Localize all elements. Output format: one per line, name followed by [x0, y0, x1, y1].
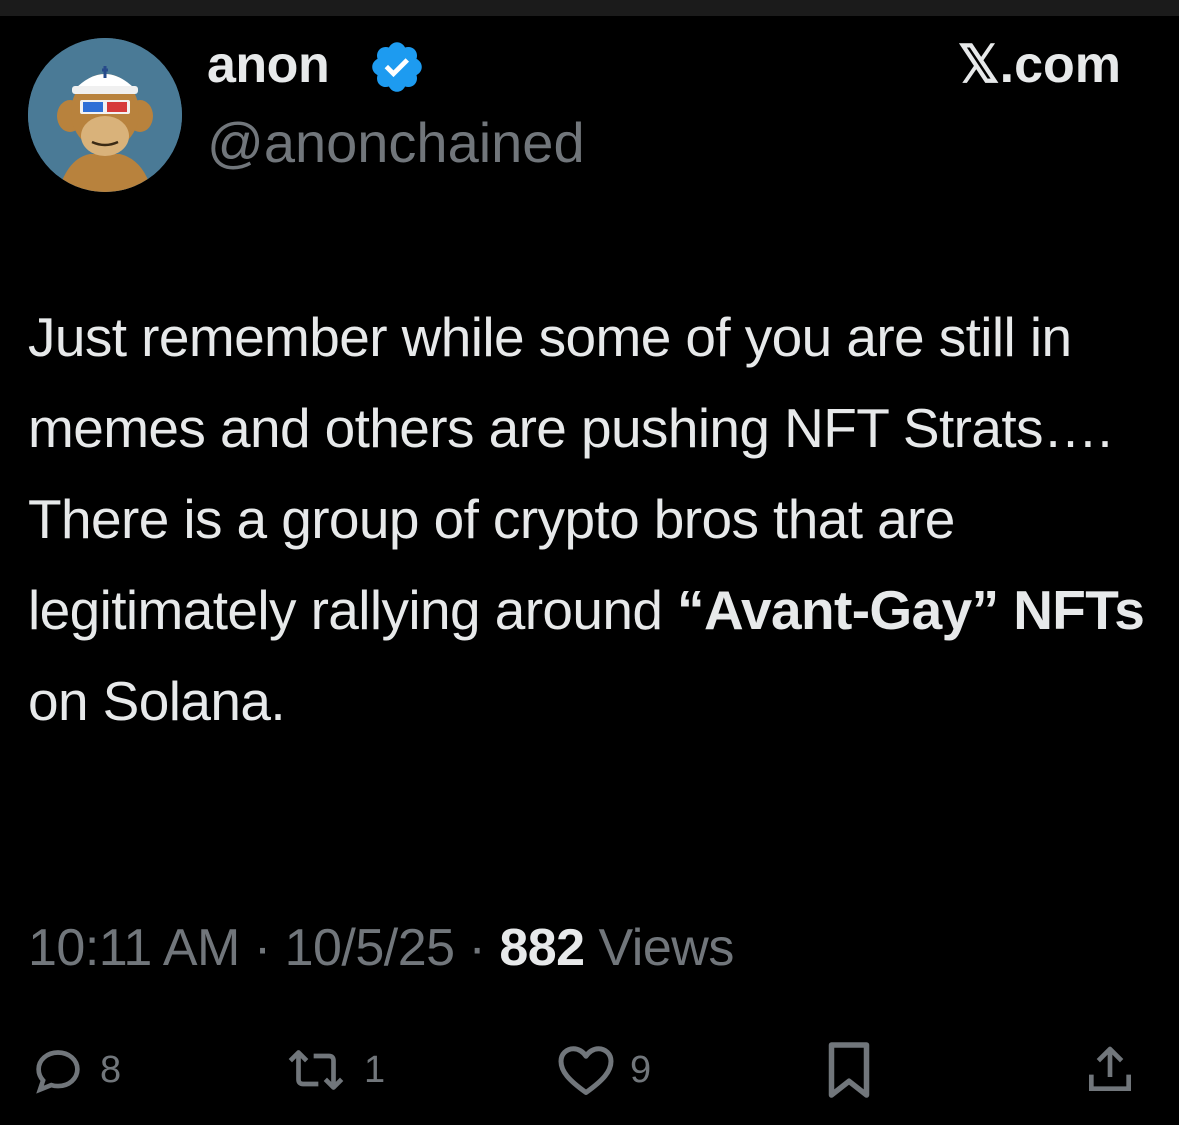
avatar[interactable]	[28, 38, 182, 192]
display-name[interactable]: anon	[207, 34, 330, 96]
tweet-time[interactable]: 10:11 AM	[28, 919, 240, 977]
bookmark-button[interactable]	[822, 1030, 876, 1110]
reply-icon	[36, 1050, 80, 1094]
share-button[interactable]	[1082, 1030, 1138, 1110]
like-button[interactable]: 9	[556, 1030, 651, 1110]
tweet-date[interactable]: 10/5/25	[285, 919, 456, 977]
user-handle[interactable]: @anonchained	[207, 110, 585, 176]
tweet-text-bold-term: NFTs	[1013, 579, 1145, 641]
reply-count: 8	[100, 1048, 122, 1091]
retweet-button[interactable]: 1	[282, 1030, 385, 1110]
tweet-meta: 10:11 AM · 10/5/25 · 882 Views	[28, 916, 734, 980]
retweet-count: 1	[364, 1048, 386, 1091]
tweet-text-bold-quote: “Avant-Gay”	[677, 579, 999, 641]
bookmark-icon	[828, 1042, 870, 1098]
meta-separator: ·	[468, 919, 486, 977]
verified-badge-icon	[372, 42, 422, 92]
meta-separator: ·	[253, 919, 271, 977]
share-icon	[1089, 1046, 1131, 1091]
like-count: 9	[630, 1048, 652, 1091]
top-bar	[0, 0, 1179, 16]
heart-icon	[558, 1046, 614, 1095]
reply-button[interactable]: 8	[30, 1030, 121, 1110]
tweet-text: Just remember while some of you are stil…	[28, 292, 1163, 747]
views-count: 882	[499, 919, 585, 977]
site-label: 𝕏.com	[957, 36, 1121, 94]
tweet-text-tail: on Solana.	[28, 670, 286, 732]
bored-ape-avatar-icon	[28, 38, 182, 192]
retweet-icon	[288, 1050, 344, 1090]
action-bar: 8 1 9	[0, 1030, 1179, 1110]
views-label: Views	[598, 919, 735, 977]
